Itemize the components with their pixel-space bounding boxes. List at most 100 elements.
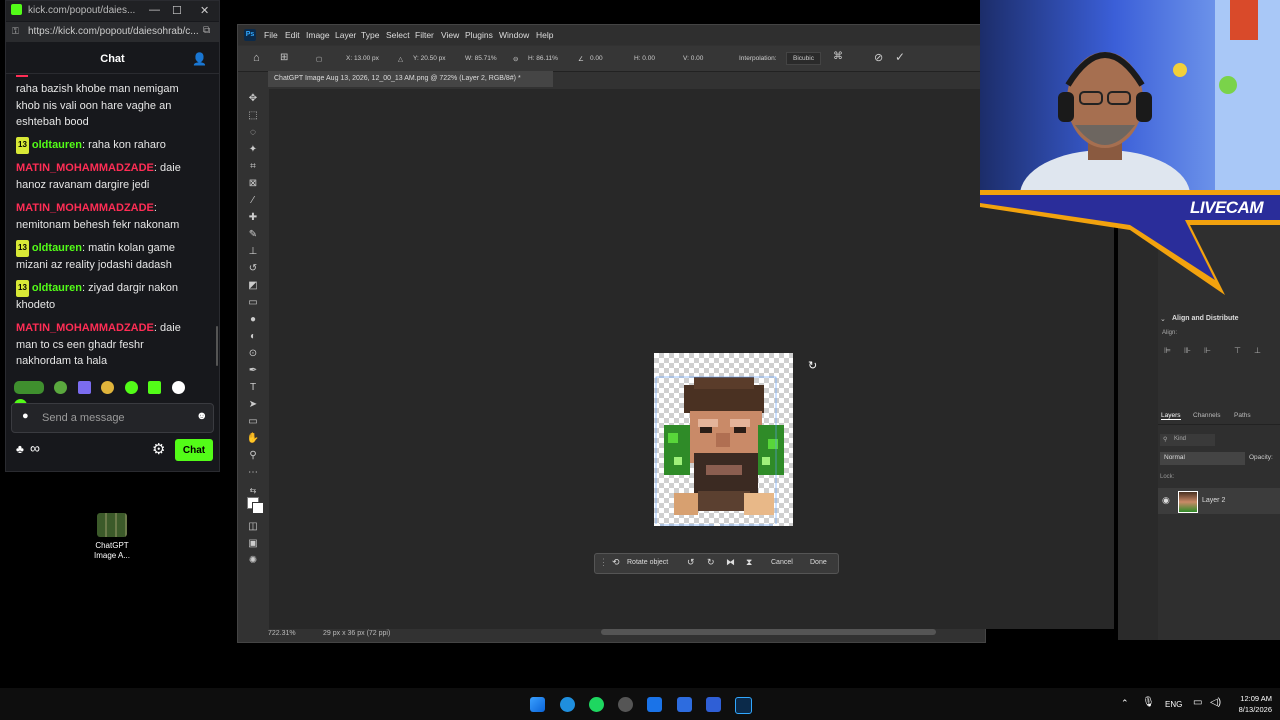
x-field[interactable]: X: 13.00 px: [346, 55, 379, 62]
move-tool-icon[interactable]: ✥: [246, 93, 260, 105]
align-center-icon[interactable]: ⊪: [1184, 346, 1191, 355]
menu-image[interactable]: Image: [306, 30, 330, 40]
swap-colors-icon[interactable]: ⇆: [246, 485, 260, 497]
emote-icon[interactable]: [148, 381, 162, 394]
chat-url-bar[interactable]: ⚿ https://kick.com/popout/daiesohrab/c..…: [6, 22, 219, 42]
align-panel-title[interactable]: Align and Distribute: [1172, 315, 1239, 322]
stamp-tool-icon[interactable]: ⊥: [246, 246, 260, 258]
document-image[interactable]: [654, 353, 793, 526]
chat-send-button[interactable]: Chat: [175, 439, 213, 461]
warp-icon[interactable]: ⌘: [833, 51, 843, 62]
h-skew-field[interactable]: H: 0.00: [634, 55, 655, 62]
height-field[interactable]: H: 86.11%: [528, 55, 558, 62]
brush-tool-icon[interactable]: ✎: [246, 229, 260, 241]
steam-icon[interactable]: [618, 697, 633, 712]
chat-scrollbar[interactable]: [216, 326, 218, 366]
path-selection-icon[interactable]: ➤: [246, 399, 260, 411]
user-settings-icon[interactable]: 👤: [192, 52, 207, 66]
menu-file[interactable]: File: [264, 30, 278, 40]
infinity-icon[interactable]: ∞: [30, 440, 40, 456]
rotate-right-icon[interactable]: ↻: [707, 557, 715, 568]
angle-field[interactable]: 0.00: [590, 55, 603, 62]
commit-transform-icon[interactable]: ✓: [895, 50, 905, 64]
clock-date[interactable]: 8/13/2026: [1228, 705, 1272, 714]
photoshop-taskbar-icon[interactable]: [735, 697, 752, 714]
close-icon[interactable]: ✕: [200, 4, 209, 17]
blend-mode-select[interactable]: Normal: [1160, 452, 1245, 465]
chevron-up-icon[interactable]: ⌃: [1121, 698, 1129, 709]
language-indicator[interactable]: ENG: [1165, 700, 1182, 709]
menu-type[interactable]: Type: [361, 30, 379, 40]
emote-icon[interactable]: [124, 381, 138, 394]
width-field[interactable]: W: 85.71%: [465, 55, 497, 62]
quick-mask-icon[interactable]: ◫: [246, 521, 260, 533]
menu-window[interactable]: Window: [499, 30, 529, 40]
app-icon[interactable]: [706, 697, 721, 712]
emote-icon[interactable]: [14, 381, 44, 394]
maximize-icon[interactable]: ☐: [172, 4, 182, 17]
desktop-file-icon[interactable]: ChatGPT Image A...: [87, 513, 137, 561]
interpolation-select[interactable]: Bicubic: [786, 52, 821, 65]
background-color-swatch[interactable]: [252, 502, 264, 514]
delta-icon[interactable]: △: [398, 55, 403, 63]
minimize-icon[interactable]: —: [149, 4, 160, 16]
chat-username[interactable]: MATIN_MOHAMMADZADE: [16, 322, 154, 334]
edge-browser-icon[interactable]: [560, 697, 575, 712]
menu-edit[interactable]: Edit: [285, 30, 300, 40]
align-right-icon[interactable]: ⊩: [1204, 346, 1211, 355]
zoom-level[interactable]: 722.31%: [268, 630, 296, 637]
type-tool-icon[interactable]: T: [246, 382, 260, 394]
message-input[interactable]: ● Send a message ☻: [11, 403, 214, 433]
dodge-tool-icon[interactable]: ◐: [246, 331, 260, 343]
blur-tool-icon[interactable]: ●: [246, 314, 260, 326]
rotate-left-icon[interactable]: ↺: [687, 557, 695, 568]
visibility-eye-icon[interactable]: ◉: [1162, 495, 1170, 506]
clock-time[interactable]: 12:09 AM: [1228, 694, 1272, 703]
link-icon[interactable]: ⊖: [513, 55, 518, 63]
lasso-tool-icon[interactable]: ◌: [246, 127, 260, 139]
cancel-transform-icon[interactable]: ⊘: [874, 51, 883, 64]
menu-filter[interactable]: Filter: [415, 30, 434, 40]
more-tools-icon[interactable]: ⋯: [246, 467, 260, 479]
flip-horizontal-icon[interactable]: ⧓: [726, 557, 735, 568]
tab-paths[interactable]: Paths: [1234, 412, 1251, 419]
home-icon[interactable]: ⌂: [253, 52, 260, 64]
transform-tool-icon[interactable]: ⊞: [280, 52, 288, 63]
layer-filter-kind[interactable]: ⚲ Kind: [1160, 434, 1215, 446]
flip-vertical-icon[interactable]: ⧗: [746, 557, 752, 568]
tab-channels[interactable]: Channels: [1193, 412, 1220, 419]
drag-handle-icon[interactable]: ⋮: [599, 557, 608, 568]
menu-select[interactable]: Select: [386, 30, 410, 40]
chat-username[interactable]: oldtauren: [32, 139, 82, 151]
store-icon[interactable]: [677, 697, 692, 712]
layer-name[interactable]: Layer 2: [1202, 497, 1225, 504]
chat-username[interactable]: oldtauren: [32, 242, 82, 254]
cancel-button[interactable]: Cancel: [771, 559, 793, 566]
microphone-icon[interactable]: 🎙: [1142, 697, 1155, 708]
spotify-icon[interactable]: [589, 697, 604, 712]
volume-icon[interactable]: ◁): [1210, 697, 1221, 708]
magic-wand-icon[interactable]: ✦: [246, 144, 260, 156]
document-tab[interactable]: ChatGPT Image Aug 13, 2026, 12_00_13 AM.…: [268, 71, 553, 87]
crop-tool-icon[interactable]: ⌗: [246, 161, 260, 173]
zoom-tool-icon[interactable]: ⚲: [246, 450, 260, 462]
chevron-down-icon[interactable]: ⌄: [1160, 315, 1166, 323]
menu-help[interactable]: Help: [536, 30, 553, 40]
sponge-tool-icon[interactable]: ⊙: [246, 348, 260, 360]
emote-icon[interactable]: [54, 381, 68, 394]
y-field[interactable]: Y: 20.50 px: [413, 55, 446, 62]
v-skew-field[interactable]: V: 0.00: [683, 55, 703, 62]
menu-layer[interactable]: Layer: [335, 30, 356, 40]
reference-point-icon[interactable]: ▢: [316, 55, 322, 63]
history-brush-icon[interactable]: ↺: [246, 263, 260, 275]
menu-plugins[interactable]: Plugins: [465, 30, 493, 40]
chat-username[interactable]: MATIN_MOHAMMADZADE: [16, 202, 154, 214]
emote-icon[interactable]: [101, 381, 115, 394]
video-app-icon[interactable]: [647, 697, 662, 712]
generative-icon[interactable]: ✺: [246, 555, 260, 567]
marquee-tool-icon[interactable]: ⬚: [246, 110, 260, 122]
emote-icon[interactable]: [171, 381, 185, 394]
layer-row[interactable]: ◉ Layer 2: [1158, 488, 1280, 514]
chat-username[interactable]: MATIN_MOHAMMADZADE: [16, 162, 154, 174]
align-top-icon[interactable]: ⊤: [1234, 346, 1241, 355]
